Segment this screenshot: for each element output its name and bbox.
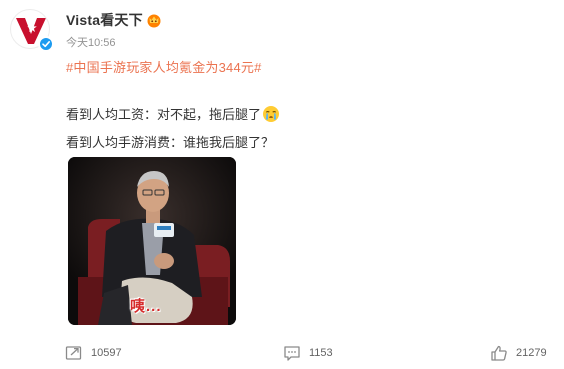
repost-icon [65,346,82,360]
crying-face-icon [262,105,280,123]
comment-icon [284,346,300,361]
author-name[interactable]: Vista看天下 [66,10,143,30]
comment-count: 1153 [309,347,333,359]
image-caption: 咦... [130,298,162,315]
action-bar: 10597 1153 21279 [0,340,564,366]
like-count: 21279 [516,347,547,359]
member-crown-icon[interactable] [146,12,162,28]
like-button[interactable]: 21279 [490,343,547,363]
hashtag-link[interactable]: #中国手游玩家人均氪金为344元# [66,57,262,76]
post-text-line-2: 看到人均手游消费：谁拖我后腿了？ [66,135,275,150]
comment-button[interactable]: 1153 [283,343,333,363]
author-header: Vista看天下 [66,10,162,30]
post-text-line-1: 看到人均工资：对不起，拖后腿了 [66,104,280,123]
avatar[interactable] [10,9,54,52]
post-time[interactable]: 今天10:56 [66,34,116,50]
verified-check-icon [38,36,54,52]
repost-button[interactable]: 10597 [65,343,122,363]
thumbs-up-icon [491,345,507,361]
post-text-line-1-label: 看到人均工资：对不起，拖后腿了 [66,107,262,122]
repost-count: 10597 [91,347,122,359]
post-image[interactable]: 咦... [68,157,236,325]
